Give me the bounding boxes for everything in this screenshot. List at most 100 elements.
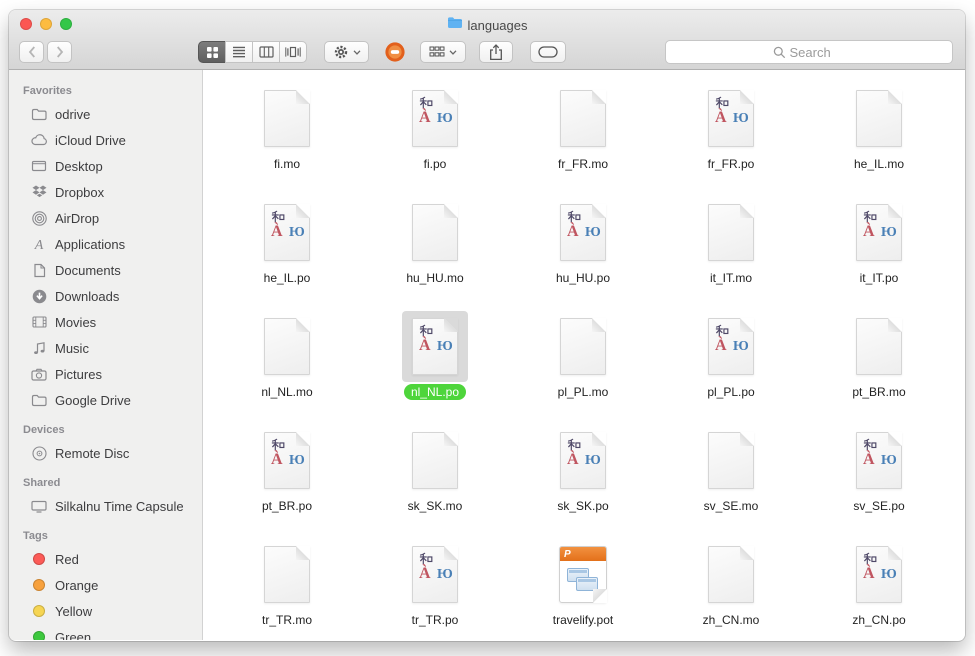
file-item-fr-FR-po[interactable]: ÀЮ fr_FR.po [657,78,805,192]
odrive-badge-button[interactable] [384,41,406,63]
airdrop-icon [30,211,48,226]
tag-button[interactable] [530,41,566,63]
sidebar-item-airdrop[interactable]: AirDrop [9,205,202,231]
file-name: fr_FR.mo [551,156,615,172]
cjk-glyph-icon [271,438,285,452]
sidebar-item-applications[interactable]: A Applications [9,231,202,257]
file-item-hu-HU-mo[interactable]: hu_HU.mo [361,192,509,306]
mo-file-icon [856,90,902,147]
column-view-button[interactable] [252,41,280,63]
red-tag-icon [33,553,45,565]
latin-glyph: À [419,338,431,354]
folder-icon [30,108,48,121]
po-file-icon: ÀЮ [708,318,754,375]
arrange-menu-button[interactable] [420,41,466,63]
file-name: zh_CN.po [845,612,912,628]
sidebar-item-pictures[interactable]: Pictures [9,361,202,387]
nav-buttons [19,41,72,63]
sidebar-item-yellow[interactable]: Yellow [9,598,202,624]
sidebar-item-red[interactable]: Red [9,546,202,572]
sidebar-item-google-drive[interactable]: Google Drive [9,387,202,413]
sidebar-item-downloads[interactable]: Downloads [9,283,202,309]
file-item-pt-BR-mo[interactable]: pt_BR.mo [805,306,953,420]
icon-view-button[interactable] [198,41,226,63]
arrange-grid-icon [429,46,445,58]
po-file-icon: ÀЮ [412,318,458,375]
file-name: tr_TR.mo [255,612,319,628]
sidebar-item-label: Red [55,552,79,567]
action-menu-button[interactable] [324,41,369,63]
po-file-icon: ÀЮ [412,90,458,147]
file-item-nl-NL-po[interactable]: ÀЮ nl_NL.po [361,306,509,420]
file-item-zh-CN-po[interactable]: ÀЮ zh_CN.po [805,534,953,640]
share-button[interactable] [479,41,513,63]
sidebar-item-silkalnu-time-capsule[interactable]: Silkalnu Time Capsule [9,493,202,519]
sidebar-item-label: Desktop [55,159,103,174]
sidebar-item-label: AirDrop [55,211,99,226]
sidebar-item-icloud-drive[interactable]: iCloud Drive [9,127,202,153]
sidebar-item-label: Downloads [55,289,119,304]
file-item-pl-PL-mo[interactable]: pl_PL.mo [509,306,657,420]
file-item-it-IT-po[interactable]: ÀЮ it_IT.po [805,192,953,306]
sidebar-item-green[interactable]: Green [9,624,202,640]
cyrillic-glyph: Ю [289,226,305,240]
orange-tag-icon [33,579,45,591]
sidebar-item-dropbox[interactable]: Dropbox [9,179,202,205]
pot-letter: P [560,547,606,561]
titlebar: languages [9,10,965,70]
sidebar-item-documents[interactable]: Documents [9,257,202,283]
gear-icon [333,44,349,60]
file-item-nl-NL-mo[interactable]: nl_NL.mo [213,306,361,420]
file-item-travelify-pot[interactable]: P travelify.pot [509,534,657,640]
sidebar: Favorites odrive iCloud Drive Desktop Dr… [9,70,203,640]
sidebar-item-orange[interactable]: Orange [9,572,202,598]
coverflow-view-button[interactable] [279,41,307,63]
sidebar-item-label: iCloud Drive [55,133,126,148]
file-item-pt-BR-po[interactable]: ÀЮ pt_BR.po [213,420,361,534]
sidebar-item-movies[interactable]: Movies [9,309,202,335]
sidebar-section: Favorites odrive iCloud Drive Desktop Dr… [9,74,202,413]
sidebar-item-odrive[interactable]: odrive [9,101,202,127]
file-item-tr-TR-po[interactable]: ÀЮ tr_TR.po [361,534,509,640]
file-item-sv-SE-mo[interactable]: sv_SE.mo [657,420,805,534]
file-item-pl-PL-po[interactable]: ÀЮ pl_PL.po [657,306,805,420]
cyrillic-glyph: Ю [585,226,601,240]
file-item-hu-HU-po[interactable]: ÀЮ hu_HU.po [509,192,657,306]
cjk-glyph-icon [863,210,877,224]
file-item-he-IL-po[interactable]: ÀЮ he_IL.po [213,192,361,306]
file-item-zh-CN-mo[interactable]: zh_CN.mo [657,534,805,640]
file-name: he_IL.po [257,270,318,286]
file-item-tr-TR-mo[interactable]: tr_TR.mo [213,534,361,640]
mo-file-icon [708,204,754,261]
window-title: languages [468,18,528,33]
forward-button[interactable] [47,41,72,63]
sidebar-item-label: Orange [55,578,98,593]
file-name: pl_PL.po [700,384,761,400]
latin-glyph: À [419,566,431,582]
file-item-sk-SK-po[interactable]: ÀЮ sk_SK.po [509,420,657,534]
file-item-sv-SE-po[interactable]: ÀЮ sv_SE.po [805,420,953,534]
sidebar-item-music[interactable]: Music [9,335,202,361]
mo-file-icon [412,204,458,261]
desktop-icon [30,160,48,172]
file-item-fr-FR-mo[interactable]: fr_FR.mo [509,78,657,192]
file-item-fi-po[interactable]: ÀЮ fi.po [361,78,509,192]
column-view-icon [259,46,274,58]
search-field[interactable] [665,40,953,64]
list-view-button[interactable] [225,41,253,63]
file-name: fi.mo [267,156,307,172]
folder-icon [447,16,463,34]
file-item-he-IL-mo[interactable]: he_IL.mo [805,78,953,192]
cjk-glyph-icon [567,438,581,452]
back-button[interactable] [19,41,44,63]
sidebar-item-desktop[interactable]: Desktop [9,153,202,179]
po-file-icon: ÀЮ [412,546,458,603]
sidebar-item-remote-disc[interactable]: Remote Disc [9,440,202,466]
coverflow-view-icon [285,46,301,58]
search-input[interactable] [790,45,846,60]
file-name: sk_SK.mo [401,498,470,514]
file-item-sk-SK-mo[interactable]: sk_SK.mo [361,420,509,534]
sidebar-section: Tags Red Orange Yellow Green [9,519,202,640]
file-item-it-IT-mo[interactable]: it_IT.mo [657,192,805,306]
file-item-fi-mo[interactable]: fi.mo [213,78,361,192]
